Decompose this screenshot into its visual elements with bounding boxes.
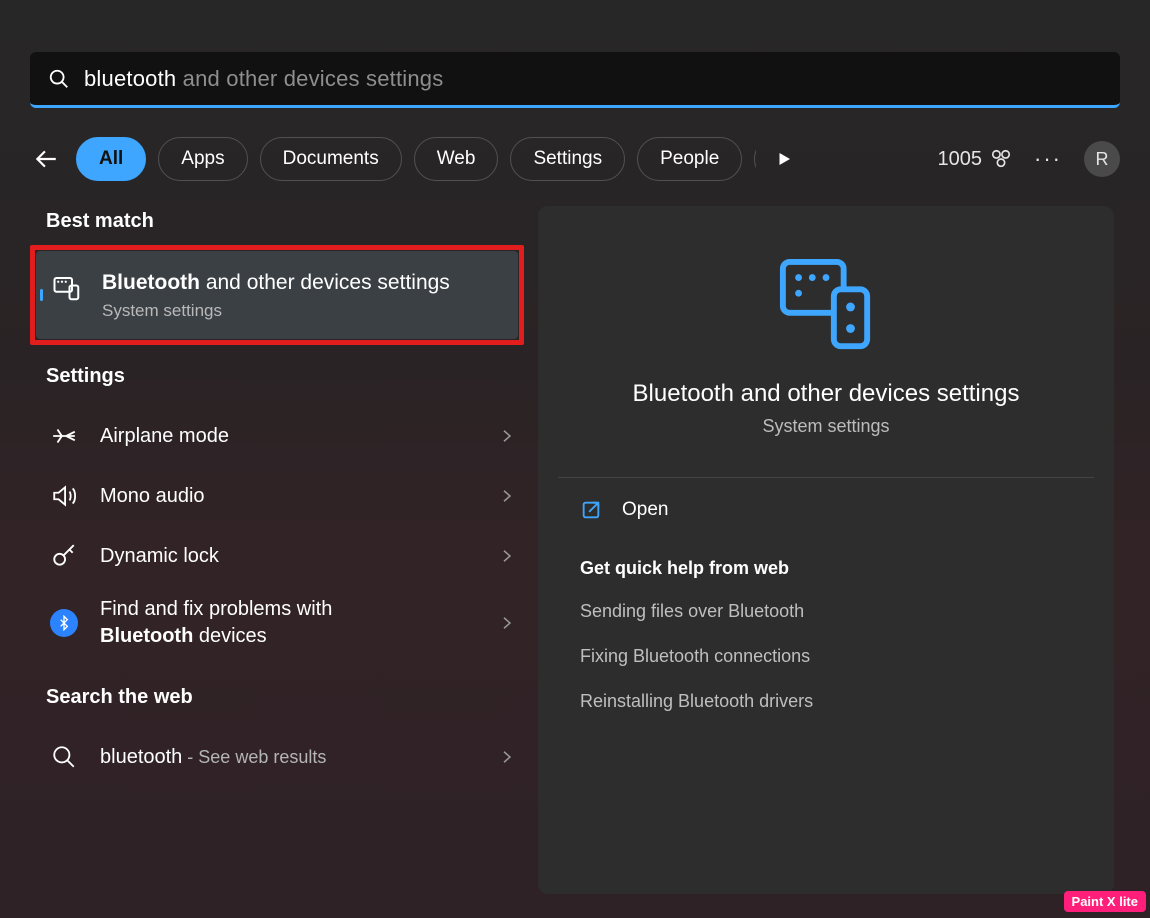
row-label: Mono audio xyxy=(100,485,205,508)
pill-label: All xyxy=(99,148,123,170)
best-match-subtitle: System settings xyxy=(102,301,450,321)
chevron-right-icon xyxy=(498,427,516,445)
user-avatar[interactable]: R xyxy=(1084,141,1120,177)
trophy-icon xyxy=(990,148,1012,170)
web-search-item[interactable]: bluetooth - See web results xyxy=(46,727,520,787)
row-label: Find and fix problems with Bluetooth dev… xyxy=(100,596,332,650)
detail-title: Bluetooth and other devices settings xyxy=(633,380,1020,408)
open-label: Open xyxy=(622,499,668,521)
arrow-left-icon xyxy=(33,146,59,172)
filters-scroll-right[interactable] xyxy=(762,137,806,181)
airplane-icon xyxy=(50,422,78,450)
filter-bar: All Apps Documents Web Settings People F… xyxy=(30,133,1120,185)
header-right: 1005 ··· R xyxy=(938,141,1120,177)
pill-label: Settings xyxy=(533,148,602,170)
web-term: bluetooth xyxy=(100,746,182,768)
search-bar[interactable]: bluetooth and other devices settings xyxy=(30,52,1120,108)
app-watermark: Paint X lite xyxy=(1064,891,1146,912)
section-best-match: Best match xyxy=(46,210,520,233)
settings-item-dynamic-lock[interactable]: Dynamic lock xyxy=(46,526,520,586)
results-column: Best match Bluetooth and other devices s… xyxy=(46,210,520,787)
devices-large-icon xyxy=(777,256,875,354)
label-post: devices xyxy=(193,625,266,647)
help-link[interactable]: Sending files over Bluetooth xyxy=(580,601,1072,622)
label-bold: Bluetooth xyxy=(100,625,193,647)
best-match-title: Bluetooth and other devices settings xyxy=(102,269,450,297)
filter-pill-web[interactable]: Web xyxy=(414,137,499,181)
detail-actions: Open Get quick help from web Sending fil… xyxy=(558,478,1094,736)
search-input[interactable]: bluetooth and other devices settings xyxy=(84,66,443,92)
key-icon xyxy=(50,542,78,570)
web-suffix: - See web results xyxy=(182,747,326,767)
help-link[interactable]: Fixing Bluetooth connections xyxy=(580,646,1072,667)
help-link[interactable]: Reinstalling Bluetooth drivers xyxy=(580,691,1072,712)
search-icon xyxy=(48,68,70,90)
chevron-right-icon xyxy=(498,614,516,632)
speaker-icon xyxy=(50,482,78,510)
row-label: Dynamic lock xyxy=(100,545,219,568)
more-button[interactable]: ··· xyxy=(1034,146,1062,172)
filter-pill-documents[interactable]: Documents xyxy=(260,137,402,181)
best-match-item[interactable]: Bluetooth and other devices settings Sys… xyxy=(36,251,518,339)
section-search-web: Search the web xyxy=(46,686,520,709)
windows-search-popup: bluetooth and other devices settings All… xyxy=(0,0,1150,918)
filter-pills: All Apps Documents Web Settings People F… xyxy=(76,137,756,181)
filter-pill-people[interactable]: People xyxy=(637,137,742,181)
back-button[interactable] xyxy=(30,143,62,175)
help-heading: Get quick help from web xyxy=(580,558,1072,579)
detail-panel: Bluetooth and other devices settings Sys… xyxy=(538,206,1114,894)
chevron-right-icon xyxy=(498,487,516,505)
pill-label: People xyxy=(660,148,719,170)
row-label: Airplane mode xyxy=(100,425,229,448)
settings-item-airplane-mode[interactable]: Airplane mode xyxy=(46,406,520,466)
rewards-points[interactable]: 1005 xyxy=(938,148,1013,171)
points-value: 1005 xyxy=(938,148,983,171)
open-icon xyxy=(580,499,602,521)
selection-accent xyxy=(40,289,43,301)
best-match-text: Bluetooth and other devices settings Sys… xyxy=(102,269,450,321)
filter-pill-settings[interactable]: Settings xyxy=(510,137,625,181)
pill-label: Apps xyxy=(181,148,224,170)
detail-subtitle: System settings xyxy=(762,416,889,437)
settings-item-mono-audio[interactable]: Mono audio xyxy=(46,466,520,526)
devices-icon xyxy=(52,273,82,303)
row-label: bluetooth - See web results xyxy=(100,746,326,769)
chevron-right-icon xyxy=(498,547,516,565)
title-bold: Bluetooth xyxy=(102,271,200,294)
search-ghost-text: and other devices settings xyxy=(176,66,443,91)
filter-pill-all[interactable]: All xyxy=(76,137,146,181)
bluetooth-icon xyxy=(50,609,78,637)
pill-label: Documents xyxy=(283,148,379,170)
avatar-initial: R xyxy=(1096,149,1109,170)
label-pre: Find and fix problems with xyxy=(100,598,332,620)
title-rest: and other devices settings xyxy=(200,271,450,294)
pill-label: Web xyxy=(437,148,476,170)
chevron-right-icon xyxy=(498,748,516,766)
filter-pill-folders[interactable]: Fold xyxy=(754,137,756,181)
filter-pill-apps[interactable]: Apps xyxy=(158,137,247,181)
search-typed-text: bluetooth xyxy=(84,66,176,91)
open-action[interactable]: Open xyxy=(580,478,1072,542)
section-settings: Settings xyxy=(46,365,520,388)
search-icon xyxy=(50,743,78,771)
play-icon xyxy=(775,150,793,168)
settings-item-bluetooth-troubleshoot[interactable]: Find and fix problems with Bluetooth dev… xyxy=(46,586,520,660)
